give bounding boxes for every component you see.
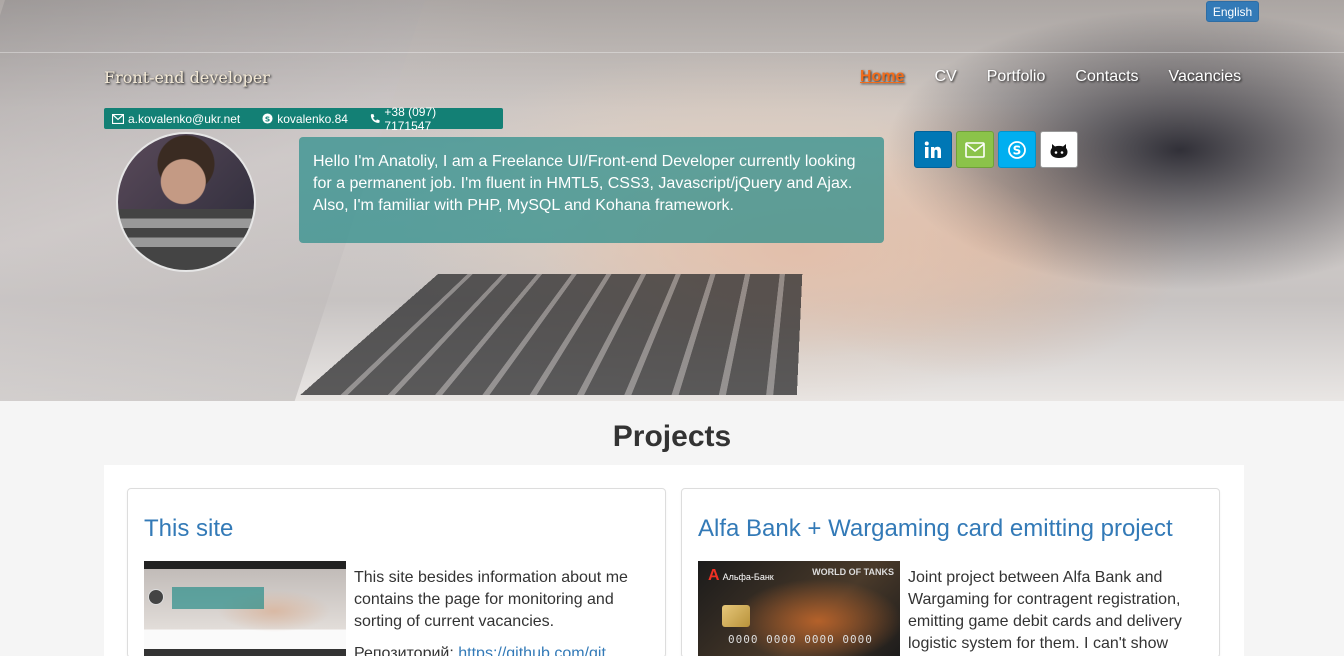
social-links: S: [914, 131, 1078, 168]
linkedin-button[interactable]: [914, 131, 952, 168]
linkedin-icon: [924, 141, 941, 158]
project-title[interactable]: Alfa Bank + Wargaming card emitting proj…: [698, 515, 1173, 543]
project-description: Joint project between Alfa Bank and Warg…: [908, 569, 1182, 652]
keyboard-image: [300, 273, 803, 395]
project-card: Alfa Bank + Wargaming card emitting proj…: [681, 488, 1220, 656]
contact-bar: a.kovalenko@ukr.net S kovalenko.84 +38 (…: [104, 105, 503, 133]
phone-icon: [370, 114, 380, 123]
contact-skype[interactable]: S kovalenko.84: [262, 112, 348, 126]
card-number: 0000 0000 0000 0000: [728, 633, 873, 646]
avatar: [116, 132, 256, 272]
github-icon: [1050, 143, 1068, 158]
mail-icon: [965, 141, 985, 158]
mail-button[interactable]: [956, 131, 994, 168]
card-chip-icon: [722, 605, 750, 627]
nav-divider: [0, 52, 1344, 53]
github-button[interactable]: [1040, 131, 1078, 168]
projects-heading: Projects: [612, 420, 732, 453]
language-button[interactable]: English: [1206, 1, 1259, 22]
skype-icon: S: [262, 113, 273, 124]
site-brand[interactable]: Front-end developer: [104, 68, 270, 87]
intro-text: Hello I'm Anatoliy, I am a Freelance UI/…: [299, 137, 884, 243]
svg-text:S: S: [265, 114, 270, 123]
nav-portfolio[interactable]: Portfolio: [987, 68, 1046, 86]
project-thumbnail[interactable]: А Альфа-Банк WORLD OF TANKS 0000 0000 000…: [698, 561, 900, 656]
project-thumbnail[interactable]: [144, 561, 346, 656]
project-title[interactable]: This site: [144, 515, 233, 543]
repo-label: Репозиторий:: [354, 645, 454, 656]
skype-button[interactable]: S: [998, 131, 1036, 168]
repo-link[interactable]: https://github.com/git: [458, 645, 606, 656]
nav-vacancies[interactable]: Vacancies: [1169, 68, 1242, 86]
alfa-bank-logo: А Альфа-Банк: [708, 567, 774, 584]
nav-cv[interactable]: CV: [934, 68, 956, 86]
main-nav: Home CV Portfolio Contacts Vacancies: [860, 68, 1241, 86]
contact-email[interactable]: a.kovalenko@ukr.net: [112, 112, 240, 126]
contact-phone[interactable]: +38 (097) 7171547: [370, 105, 481, 133]
nav-home[interactable]: Home: [860, 68, 904, 86]
skype-icon: S: [1008, 140, 1026, 159]
project-card: This site This site besides information …: [127, 488, 666, 656]
nav-contacts[interactable]: Contacts: [1075, 68, 1138, 86]
svg-text:S: S: [1013, 143, 1022, 157]
envelope-icon: [112, 113, 124, 124]
world-of-tanks-logo: WORLD OF TANKS: [812, 567, 894, 577]
project-description: This site besides information about me c…: [354, 567, 654, 656]
